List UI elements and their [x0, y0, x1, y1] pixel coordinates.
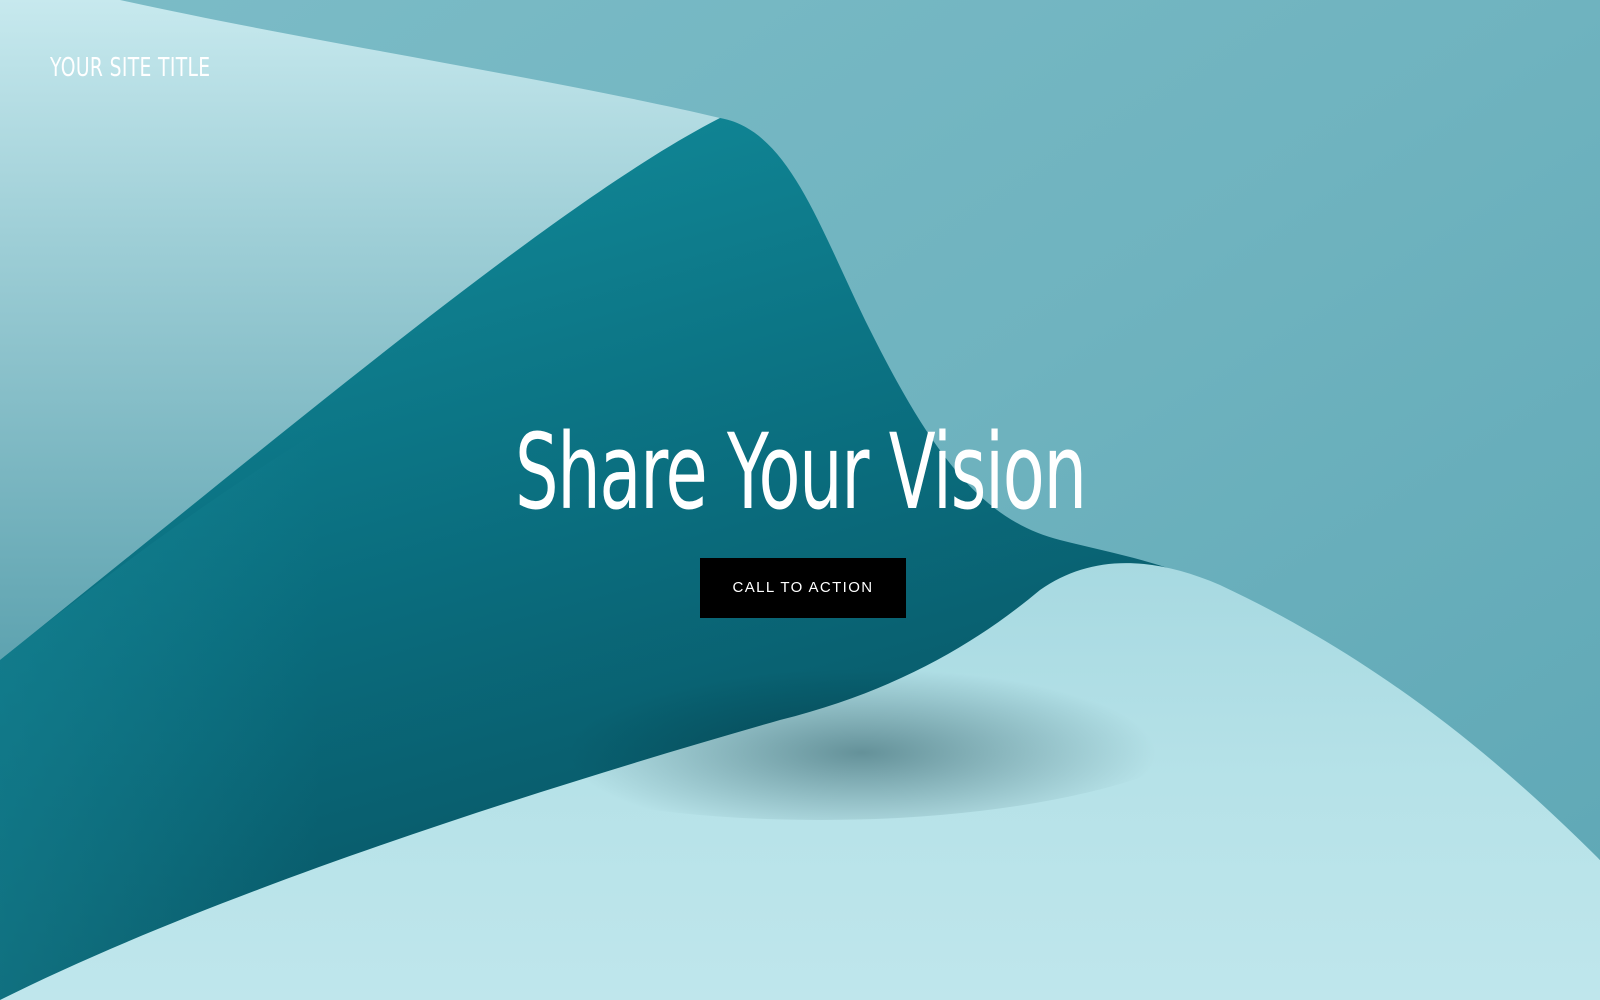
hero-headline: Share Your Vision	[514, 411, 1087, 533]
hero-section: Share Your Vision	[0, 412, 1600, 532]
call-to-action-button[interactable]: CALL TO ACTION	[700, 558, 906, 618]
site-title[interactable]: YOUR SITE TITLE	[50, 50, 210, 86]
